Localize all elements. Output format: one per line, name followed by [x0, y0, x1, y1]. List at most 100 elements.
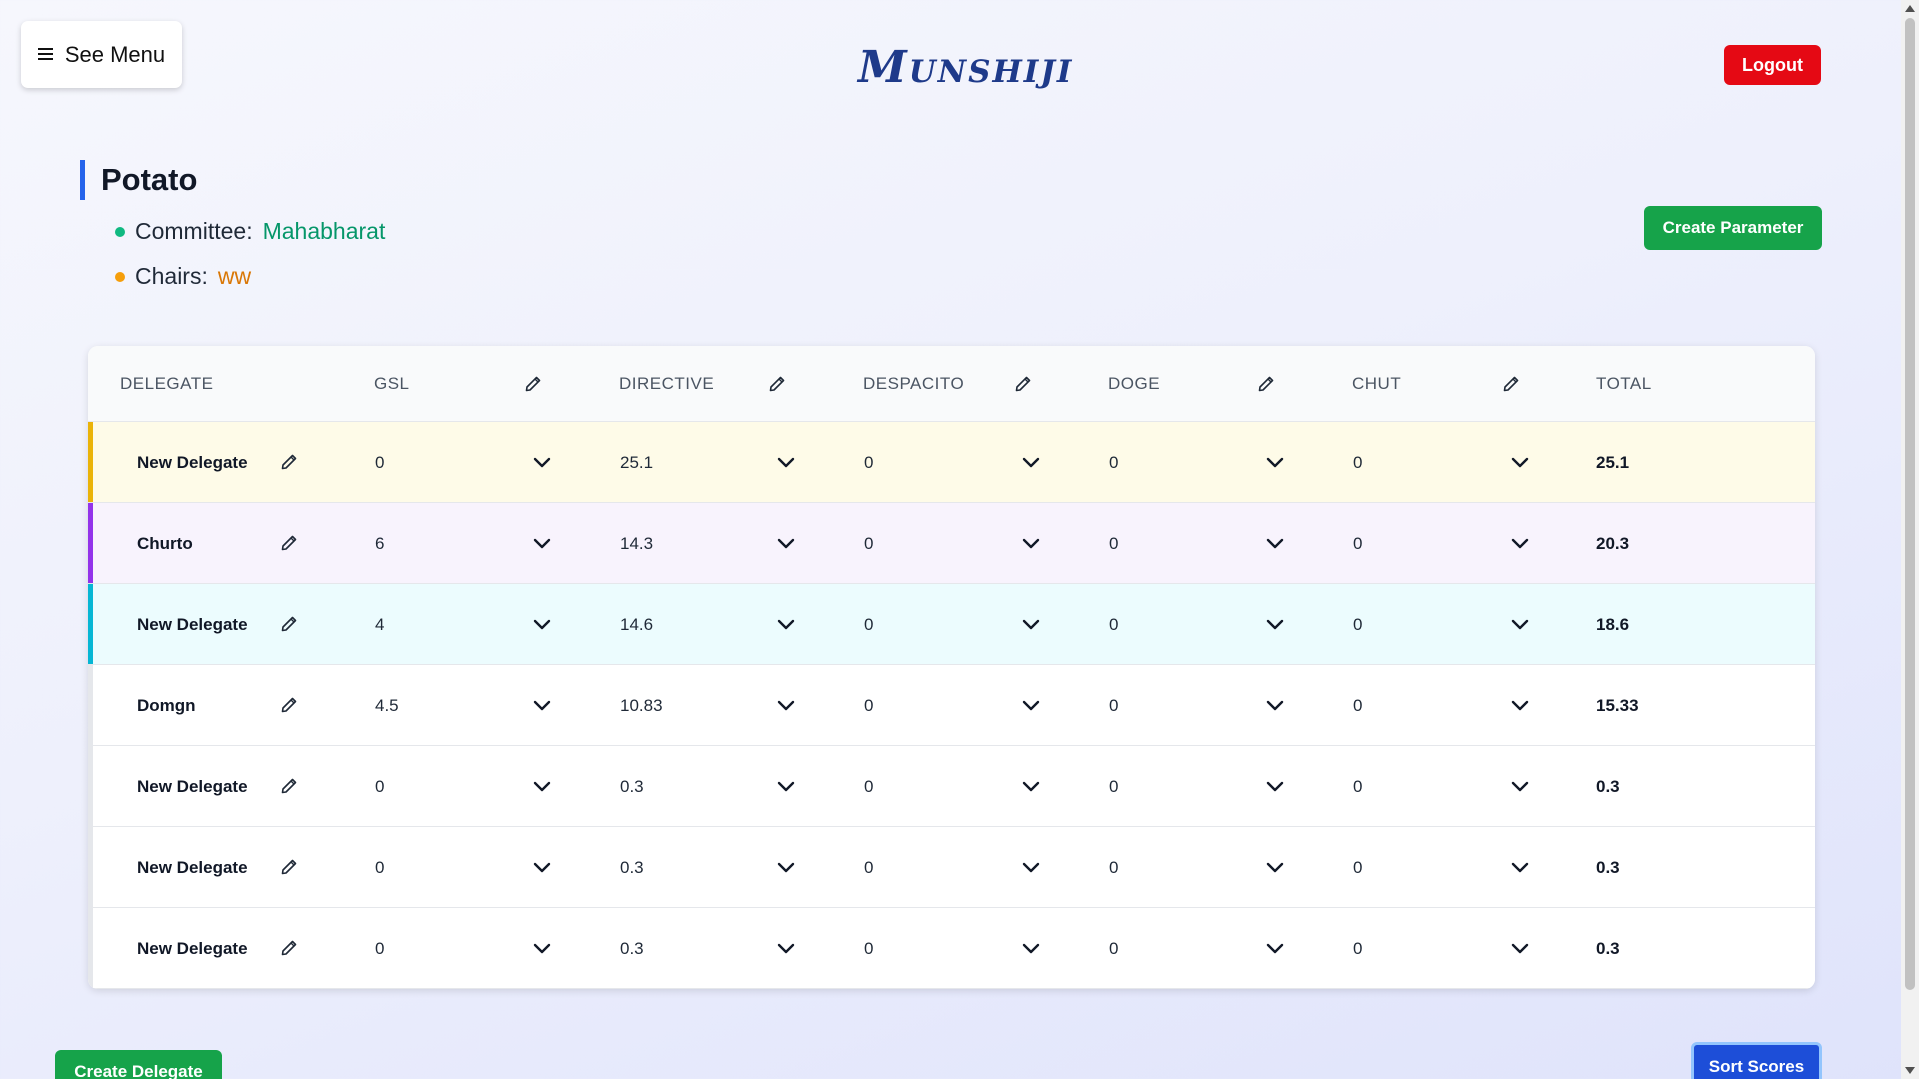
chevron-down-icon[interactable] [776, 452, 796, 472]
score-gsl: 4.5 [375, 696, 399, 715]
score-gsl: 0 [375, 858, 385, 877]
score-despacito: 0 [864, 858, 874, 877]
score-chut: 0 [1353, 939, 1363, 958]
chairs-info: Chairs: ww [115, 263, 251, 290]
chevron-down-icon[interactable] [776, 776, 796, 796]
score-total: 0.3 [1596, 858, 1620, 877]
chevron-down-icon[interactable] [1265, 695, 1285, 715]
sort-scores-button[interactable]: Sort Scores [1691, 1042, 1822, 1079]
delegate-name: New Delegate [137, 939, 248, 958]
table-body: New Delegate 0 25.1 0 0 0 25.1 Churto 6 14.3 0 0 0 20… [88, 422, 1815, 989]
score-directive: 0.3 [620, 777, 644, 796]
table-header: Delegate GSL Directive Despacito Doge Chut Tot… [88, 346, 1815, 422]
chevron-down-icon[interactable] [1510, 776, 1530, 796]
edit-delegate-icon[interactable] [279, 857, 299, 877]
page-scrollbar[interactable] [1901, 0, 1919, 1079]
score-despacito: 0 [864, 939, 874, 958]
chevron-down-icon[interactable] [532, 857, 552, 877]
chevron-down-icon[interactable] [1510, 695, 1530, 715]
chairs-label: Chairs: [135, 263, 208, 289]
chevron-down-icon[interactable] [776, 938, 796, 958]
row-accent-bar [88, 746, 93, 826]
table-row: New Delegate 4 14.6 0 0 0 18.6 [88, 584, 1815, 665]
edit-parameter-despacito-icon[interactable] [1013, 374, 1033, 394]
chevron-down-icon[interactable] [532, 938, 552, 958]
chevron-down-icon[interactable] [776, 695, 796, 715]
chevron-down-icon[interactable] [1021, 776, 1041, 796]
chevron-down-icon[interactable] [1265, 776, 1285, 796]
scrollbar-thumb[interactable] [1905, 18, 1915, 990]
score-total: 0.3 [1596, 777, 1620, 796]
score-doge: 0 [1109, 453, 1119, 472]
create-parameter-button[interactable]: Create Parameter [1644, 206, 1822, 250]
delegate-name: Domgn [137, 696, 196, 715]
edit-delegate-icon[interactable] [279, 776, 299, 796]
score-directive: 0.3 [620, 939, 644, 958]
chevron-down-icon[interactable] [1510, 533, 1530, 553]
chevron-down-icon[interactable] [1510, 938, 1530, 958]
chevron-down-icon[interactable] [1021, 533, 1041, 553]
chevron-down-icon[interactable] [1021, 452, 1041, 472]
bullet-dot-icon [115, 226, 125, 237]
score-doge: 0 [1109, 939, 1119, 958]
delegate-name: New Delegate [137, 777, 248, 796]
score-gsl: 0 [375, 453, 385, 472]
edit-delegate-icon[interactable] [279, 533, 299, 553]
edit-delegate-icon[interactable] [279, 614, 299, 634]
edit-parameter-gsl-icon[interactable] [523, 374, 543, 394]
committee-value: Mahabharat [262, 218, 386, 244]
see-menu-button[interactable]: See Menu [21, 21, 182, 88]
score-chut: 0 [1353, 696, 1363, 715]
chevron-down-icon[interactable] [776, 533, 796, 553]
score-chut: 0 [1353, 777, 1363, 796]
chevron-down-icon[interactable] [1021, 938, 1041, 958]
column-header-total: Total [1596, 374, 1652, 393]
score-total: 25.1 [1596, 453, 1630, 472]
chevron-down-icon[interactable] [532, 776, 552, 796]
edit-delegate-icon[interactable] [279, 695, 299, 715]
score-gsl: 4 [375, 615, 385, 634]
page-title: Potato [80, 160, 197, 200]
chevron-down-icon[interactable] [776, 857, 796, 877]
bullet-dot-icon [115, 271, 125, 282]
chevron-down-icon[interactable] [532, 695, 552, 715]
chevron-down-icon[interactable] [532, 614, 552, 634]
edit-parameter-doge-icon[interactable] [1256, 374, 1276, 394]
chevron-down-icon[interactable] [1510, 614, 1530, 634]
table-row: New Delegate 0 0.3 0 0 0 0.3 [88, 908, 1815, 989]
score-total: 15.33 [1596, 696, 1639, 715]
edit-parameter-directive-icon[interactable] [767, 374, 787, 394]
chevron-down-icon[interactable] [1021, 857, 1041, 877]
scroll-down-arrow-icon[interactable] [1905, 1067, 1915, 1074]
row-accent-bar [88, 665, 93, 745]
chevron-down-icon[interactable] [1510, 857, 1530, 877]
chevron-down-icon[interactable] [532, 533, 552, 553]
logout-button[interactable]: Logout [1724, 45, 1821, 85]
score-despacito: 0 [864, 534, 874, 553]
chevron-down-icon[interactable] [776, 614, 796, 634]
column-header-delegate: Delegate [120, 374, 214, 393]
chevron-down-icon[interactable] [532, 452, 552, 472]
chevron-down-icon[interactable] [1265, 452, 1285, 472]
score-gsl: 0 [375, 777, 385, 796]
row-accent-bar [88, 422, 93, 502]
row-accent-bar [88, 503, 93, 583]
chevron-down-icon[interactable] [1510, 452, 1530, 472]
edit-delegate-icon[interactable] [279, 452, 299, 472]
chevron-down-icon[interactable] [1265, 533, 1285, 553]
score-directive: 0.3 [620, 858, 644, 877]
scroll-up-arrow-icon[interactable] [1905, 5, 1915, 12]
score-total: 20.3 [1596, 534, 1630, 553]
chevron-down-icon[interactable] [1021, 695, 1041, 715]
chevron-down-icon[interactable] [1021, 614, 1041, 634]
edit-parameter-chut-icon[interactable] [1501, 374, 1521, 394]
score-doge: 0 [1109, 615, 1119, 634]
table-row: New Delegate 0 0.3 0 0 0 0.3 [88, 827, 1815, 908]
score-doge: 0 [1109, 858, 1119, 877]
create-delegate-button[interactable]: Create Delegate [55, 1050, 222, 1079]
chevron-down-icon[interactable] [1265, 857, 1285, 877]
edit-delegate-icon[interactable] [279, 938, 299, 958]
score-gsl: 6 [375, 534, 385, 553]
chevron-down-icon[interactable] [1265, 614, 1285, 634]
chevron-down-icon[interactable] [1265, 938, 1285, 958]
